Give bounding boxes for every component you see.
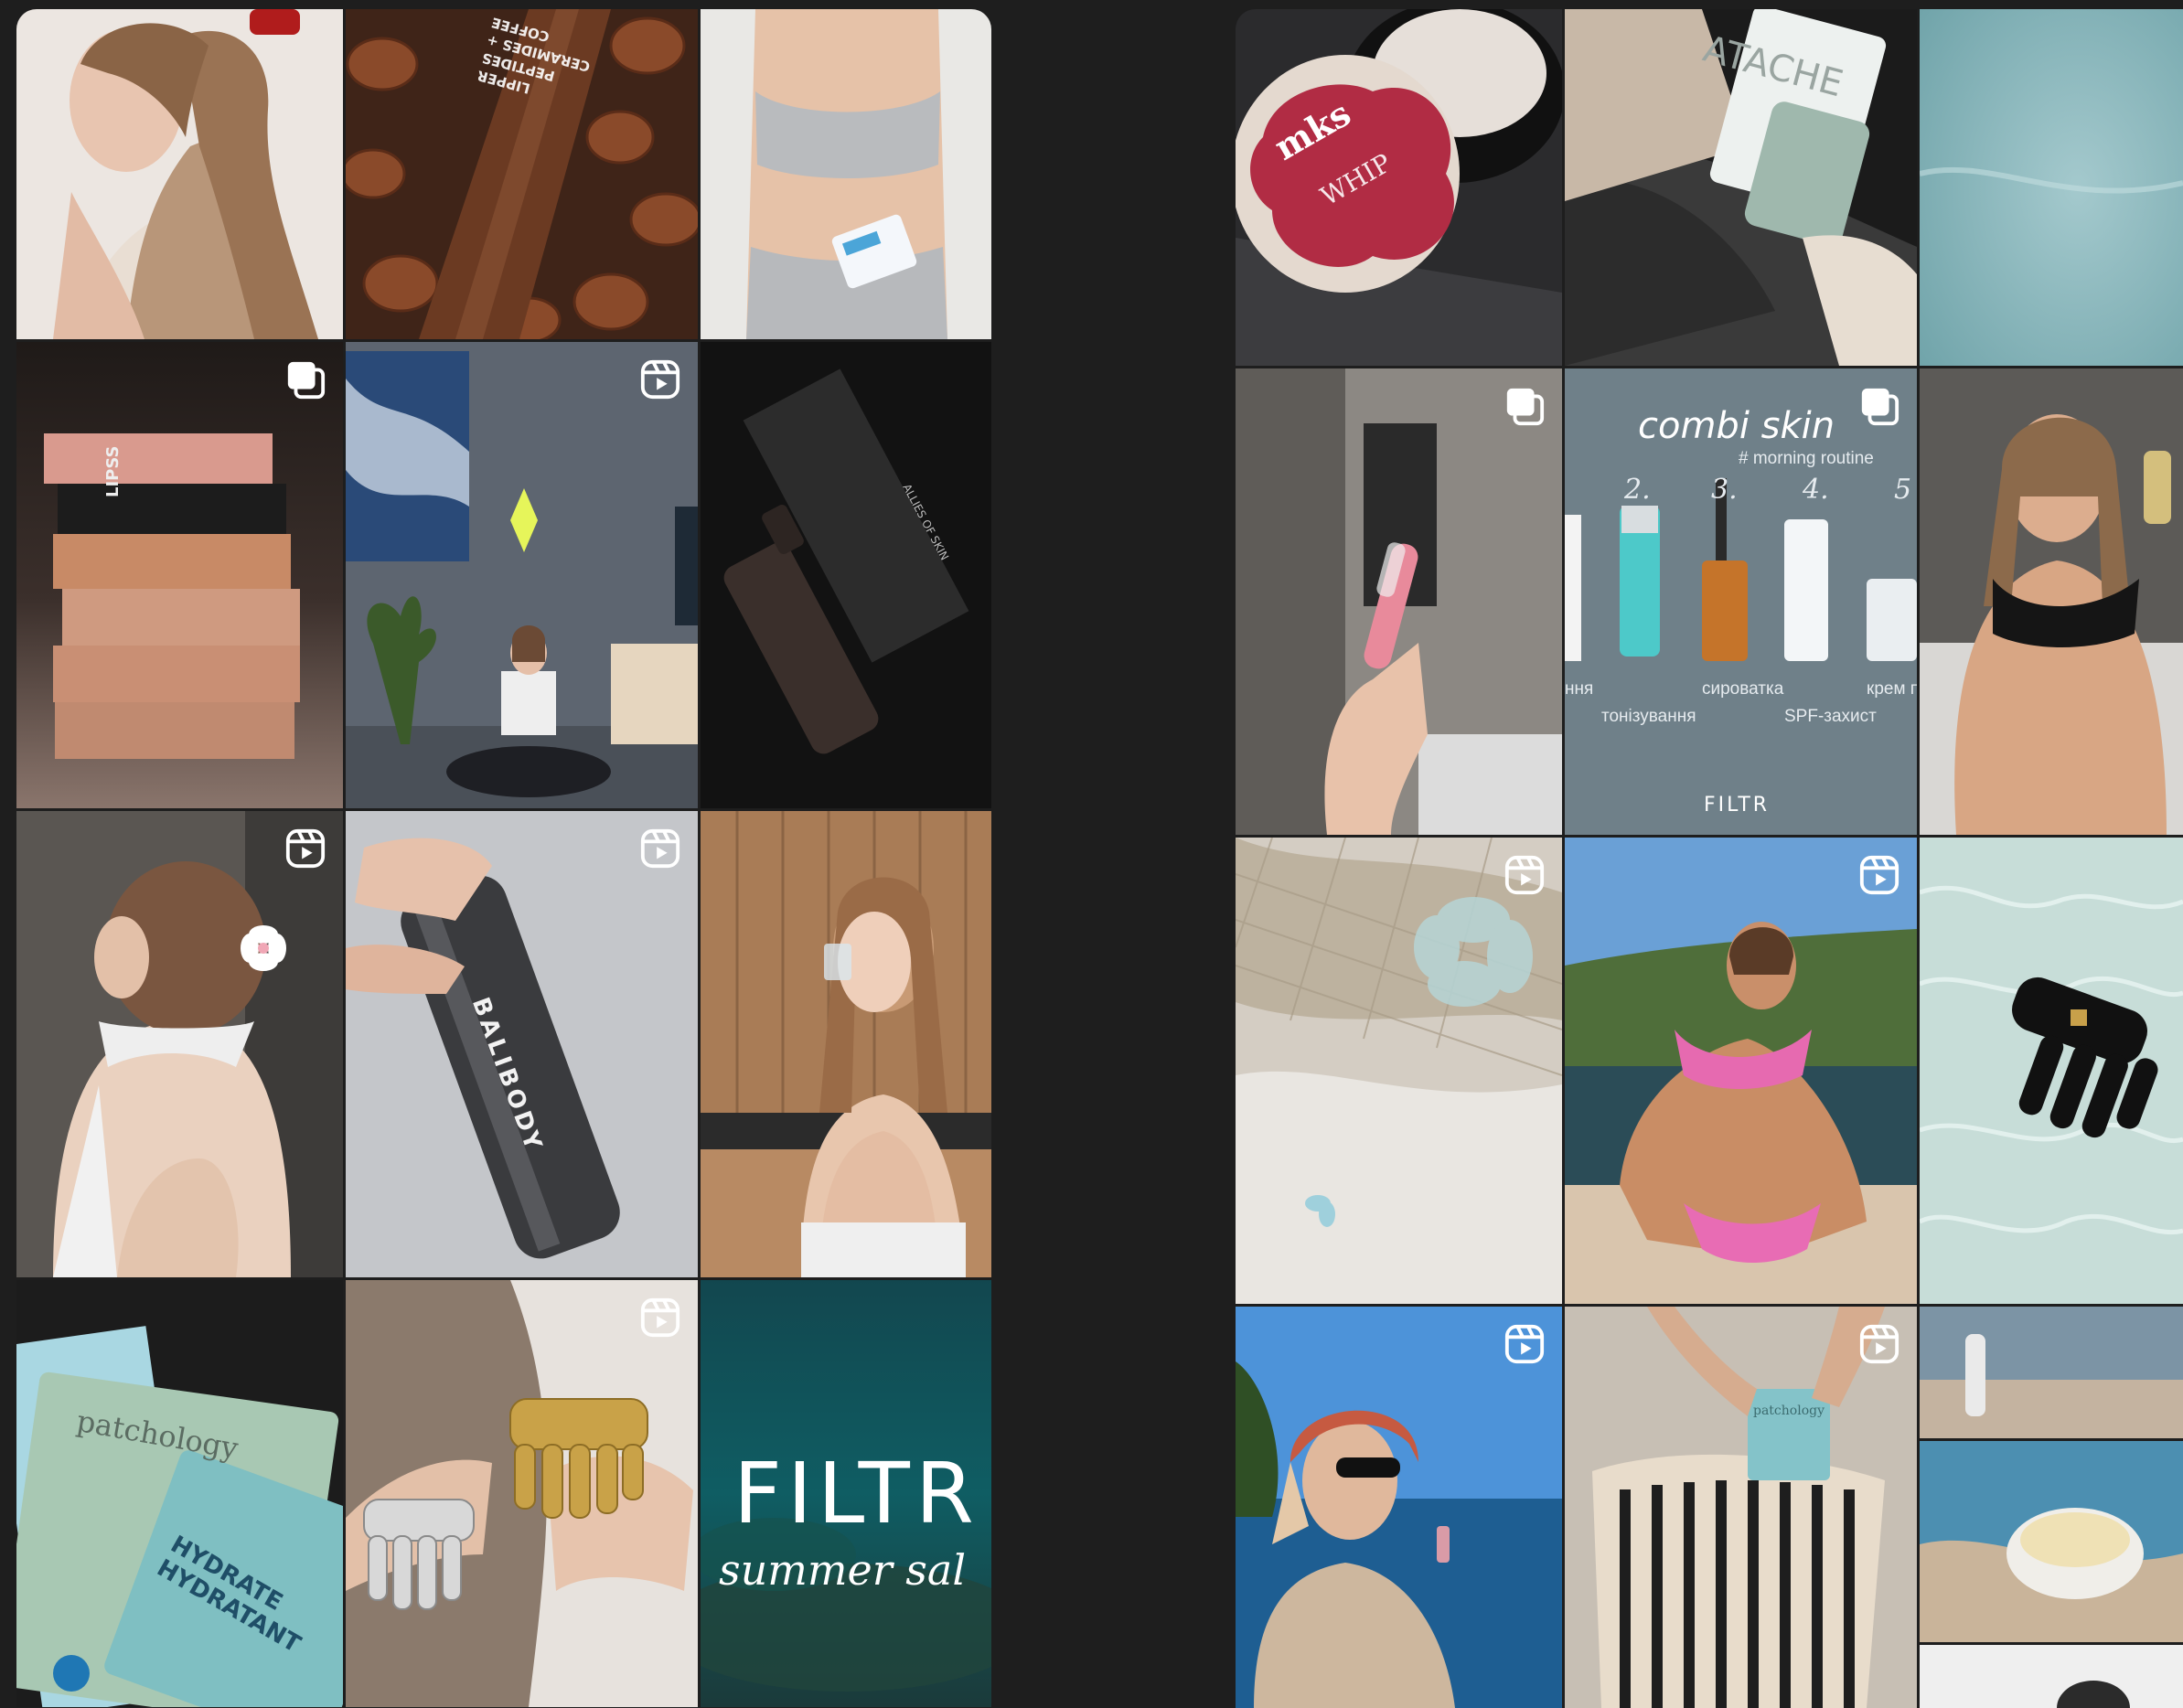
post-pink-bikini-pool[interactable] (1565, 838, 1917, 1304)
reel-icon (639, 827, 681, 870)
post-flower-hair-clip[interactable] (16, 811, 343, 1277)
post-coffee-lipper[interactable]: LIPPER PEPTIDES CERAMIDES + COFFEE (346, 9, 698, 339)
post-image (701, 342, 991, 808)
post-scarf-sunglasses-sea[interactable] (1236, 1307, 1562, 1708)
step-label-serum: сироватка (1702, 679, 1784, 699)
post-lipss-boxes[interactable]: LIPSS (16, 342, 343, 808)
post-water-surface[interactable] (1920, 9, 2183, 366)
post-image (16, 342, 343, 808)
post-image (1565, 9, 1917, 366)
step-label-cream: крем п (1867, 679, 1917, 699)
post-grey-underwear[interactable] (701, 9, 991, 339)
step-label-toning: тонізування (1601, 707, 1696, 726)
reel-icon (639, 358, 681, 400)
reel-icon (1503, 1323, 1546, 1365)
post-image (1565, 368, 1917, 835)
post-yoga-room[interactable] (346, 342, 698, 808)
post-ampoule-hand[interactable] (1236, 368, 1562, 835)
post-image (16, 811, 343, 1277)
post-black-claw-clip[interactable] (1920, 838, 2183, 1304)
post-image (1565, 1307, 1917, 1708)
reel-icon (1858, 854, 1900, 896)
post-image (16, 1280, 343, 1707)
post-patchology-masks[interactable]: patchology HYDRATE HYDRATANT (16, 1280, 343, 1707)
post-image (1236, 1307, 1562, 1708)
post-striped-beach-bag[interactable]: patchology (1565, 1307, 1917, 1708)
reel-icon (639, 1297, 681, 1339)
step-number-5: 5 (1894, 474, 1912, 506)
post-image (701, 9, 991, 339)
post-woman-black-bra[interactable] (1920, 368, 2183, 835)
carousel-icon (284, 358, 326, 400)
post-mks-whip[interactable]: mks WHIP (1236, 9, 1562, 366)
post-image (701, 1280, 991, 1707)
post-image (1565, 838, 1917, 1304)
post-image (1920, 838, 2183, 1304)
post-allies-of-skin[interactable]: ALLIES OF SKIN (701, 342, 991, 808)
post-image (346, 9, 698, 339)
left-post-grid: LIPPER PEPTIDES CERAMIDES + COFFEE LIPSS… (16, 9, 991, 1708)
reel-icon (1858, 1323, 1900, 1365)
right-post-grid: mks WHIP ATACHE combi skin # morning rou… (1236, 9, 2183, 1708)
post-hair-claw-clips[interactable] (346, 1280, 698, 1707)
step-label-cleansing: ння (1565, 679, 1594, 699)
filtr-brand-label: FILTR (1704, 794, 1771, 817)
carousel-icon (1858, 385, 1900, 427)
post-image (1236, 9, 1562, 366)
post-image (1920, 368, 2183, 835)
post-kitchen-water[interactable] (701, 811, 991, 1277)
post-image (701, 811, 991, 1277)
post-image (346, 811, 698, 1277)
post-beach-collage[interactable] (1920, 1307, 2183, 1708)
post-image (1236, 368, 1562, 835)
post-image (346, 342, 698, 808)
reel-icon (284, 827, 326, 870)
post-cosmetics-bag[interactable]: ATACHE (1565, 9, 1917, 366)
post-balibody[interactable]: BALIBODY (346, 811, 698, 1277)
post-image (346, 1280, 698, 1707)
post-woman-long-hair[interactable] (16, 9, 343, 339)
post-image (1236, 838, 1562, 1304)
post-filtr-summer-sale[interactable]: FILTR summer sal (701, 1280, 991, 1707)
post-image (16, 9, 343, 339)
step-label-spf: SPF-захист (1784, 707, 1877, 726)
reel-icon (1503, 854, 1546, 896)
step-number-4: 4. (1803, 474, 1829, 506)
step-number-3: 3. (1711, 474, 1738, 506)
carousel-icon (1503, 385, 1546, 427)
post-image (1920, 1307, 2183, 1708)
post-combi-skin-routine[interactable]: combi skin # morning routine 2. 3. 4. 5 … (1565, 368, 1917, 835)
post-net-bag-flower[interactable] (1236, 838, 1562, 1304)
step-number-2: 2. (1624, 474, 1651, 506)
post-image (1920, 9, 2183, 366)
morning-routine-subtitle: # morning routine (1739, 449, 1874, 468)
